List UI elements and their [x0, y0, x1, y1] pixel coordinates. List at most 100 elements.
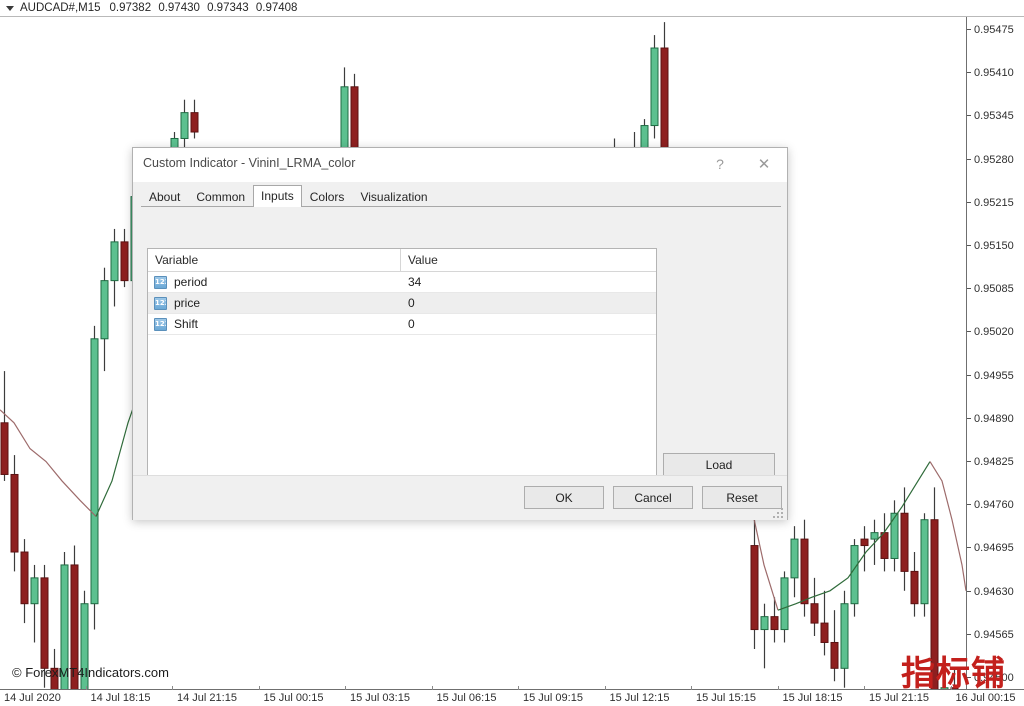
ohlc-close: 0.97408 [255, 2, 298, 14]
chart-collapse-caret-icon[interactable] [6, 5, 14, 11]
candle-body [900, 512, 909, 572]
candle-body [830, 641, 839, 669]
time-tick-label: 15 Jul 15:15 [696, 692, 756, 704]
ohlc-open: 0.97382 [109, 2, 152, 14]
candle-body [760, 616, 769, 631]
candle-body [40, 577, 49, 669]
time-tick-mark [604, 686, 606, 690]
candle-body [820, 622, 829, 643]
candle-body [10, 473, 19, 553]
dialog-title: Custom Indicator - VininI_LRMA_color [143, 156, 356, 170]
time-tick-label: 14 Jul 21:15 [177, 692, 237, 704]
copyright-watermark: © ForexMT4Indicators.com [12, 665, 169, 680]
ohlc-values: 0.97382 0.97430 0.97343 0.97408 [110, 2, 302, 14]
price-tick-label: 0.94955 [967, 370, 1014, 382]
tab-inputs[interactable]: Inputs [253, 185, 302, 207]
candle-body [180, 112, 189, 139]
cancel-button[interactable]: Cancel [613, 486, 693, 509]
inputs-parameter-table[interactable]: Variable Value 123 period 34 123 price 0 123 Sh… [147, 248, 657, 504]
time-tick-label: 15 Jul 03:15 [350, 692, 410, 704]
reset-button[interactable]: Reset [702, 486, 782, 509]
price-tick-label: 0.95150 [967, 240, 1014, 252]
help-icon[interactable]: ? [699, 148, 741, 180]
price-tick-label: 0.94890 [967, 413, 1014, 425]
price-tick-label: 0.94825 [967, 456, 1014, 468]
time-tick-mark [85, 686, 87, 690]
chart-window: AUDCAD#,M15 0.97382 0.97430 0.97343 0.97… [0, 0, 1024, 706]
candle-body [90, 338, 99, 605]
close-icon[interactable]: ✕ [743, 148, 785, 180]
time-tick-label: 15 Jul 18:15 [782, 692, 843, 704]
time-tick-label: 15 Jul 06:15 [436, 692, 497, 704]
candle-body [840, 603, 849, 669]
cell-value[interactable]: 34 [401, 272, 656, 292]
price-tick-label: 0.94695 [967, 542, 1014, 554]
dialog-footer: OK Cancel Reset [133, 475, 787, 520]
number-type-icon: 123 [154, 317, 167, 331]
ohlc-low: 0.97343 [207, 2, 249, 14]
candle-body [870, 532, 879, 540]
time-tick-mark [345, 686, 346, 690]
candle-body [120, 241, 129, 282]
candle-body [780, 577, 789, 631]
time-tick-mark [172, 686, 173, 690]
time-axis[interactable]: 14 Jul 2020 14 Jul 18:15 14 Jul 21:15 15 Ju… [0, 686, 1024, 706]
dialog-tabstrip[interactable]: About Common Inputs Colors Visualization [141, 185, 781, 207]
candle-body [0, 422, 9, 475]
ohlc-high: 0.97430 [158, 2, 200, 14]
time-tick-mark [431, 686, 433, 690]
symbol-timeframe-label: AUDCAD#,M15 [20, 2, 101, 14]
cell-value[interactable]: 0 [401, 293, 656, 313]
time-tick-label: 15 Jul 12:15 [609, 692, 670, 704]
table-row[interactable]: 123 price 0 [148, 293, 656, 314]
tab-common[interactable]: Common [188, 187, 253, 207]
time-tick-label: 15 Jul 00:15 [263, 692, 324, 704]
price-axis[interactable]: 0.95475 0.95410 0.95345 0.95280 0.95215 0.951… [966, 17, 1024, 689]
load-button[interactable]: Load [663, 453, 775, 476]
variable-name-label: price [174, 296, 201, 310]
time-tick-mark [691, 686, 692, 690]
grip-dot [773, 516, 775, 518]
column-header-value: Value [408, 253, 438, 267]
candle-body [880, 532, 889, 559]
cell-variable: 123 period [148, 272, 401, 292]
candle-body [910, 570, 919, 605]
number-type-icon: 123 [154, 296, 167, 310]
number-type-icon: 123 [154, 275, 167, 289]
candle-body [190, 112, 199, 133]
cell-variable: 123 price [148, 293, 401, 313]
variable-name-label: period [174, 275, 208, 289]
price-tick-label: 0.95085 [967, 283, 1014, 295]
grip-dot [777, 516, 779, 518]
dialog-body: About Common Inputs Colors Visualization Var… [133, 182, 787, 520]
resize-grip[interactable] [773, 506, 785, 518]
dialog-titlebar[interactable]: Custom Indicator - VininI_LRMA_color ? ✕ [133, 148, 787, 182]
price-tick-label: 0.95410 [967, 67, 1014, 79]
table-row[interactable]: 123 Shift 0 [148, 314, 656, 335]
table-row[interactable]: 123 period 34 [148, 272, 656, 293]
candle-body [650, 47, 659, 127]
candle-body [750, 545, 759, 631]
table-header-row: Variable Value [148, 249, 656, 272]
time-tick-label: 14 Jul 18:15 [90, 692, 151, 704]
custom-indicator-dialog[interactable]: Custom Indicator - VininI_LRMA_color ? ✕… [132, 147, 788, 520]
tab-colors[interactable]: Colors [302, 187, 353, 207]
ok-button[interactable]: OK [524, 486, 604, 509]
table-body: 123 period 34 123 price 0 123 Shift 0 [148, 272, 656, 335]
time-tick-label: 15 Jul 09:15 [523, 692, 583, 704]
tab-visualization[interactable]: Visualization [352, 187, 435, 207]
chinese-watermark: 指标铺 [901, 654, 1006, 694]
cell-value[interactable]: 0 [401, 314, 656, 334]
grip-dot [781, 516, 783, 518]
time-tick-mark [518, 686, 519, 690]
price-tick-label: 0.95215 [967, 197, 1014, 209]
column-header-variable: Variable [148, 249, 401, 271]
tab-about[interactable]: About [141, 187, 188, 207]
variable-name-label: Shift [174, 317, 199, 331]
chart-header: AUDCAD#,M15 0.97382 0.97430 0.97343 0.97… [0, 0, 1024, 17]
grip-dot [781, 512, 783, 514]
price-tick-label: 0.94760 [967, 499, 1014, 511]
cell-variable: 123 Shift [148, 314, 401, 334]
candle-body [860, 538, 869, 547]
candle-body [810, 603, 819, 624]
